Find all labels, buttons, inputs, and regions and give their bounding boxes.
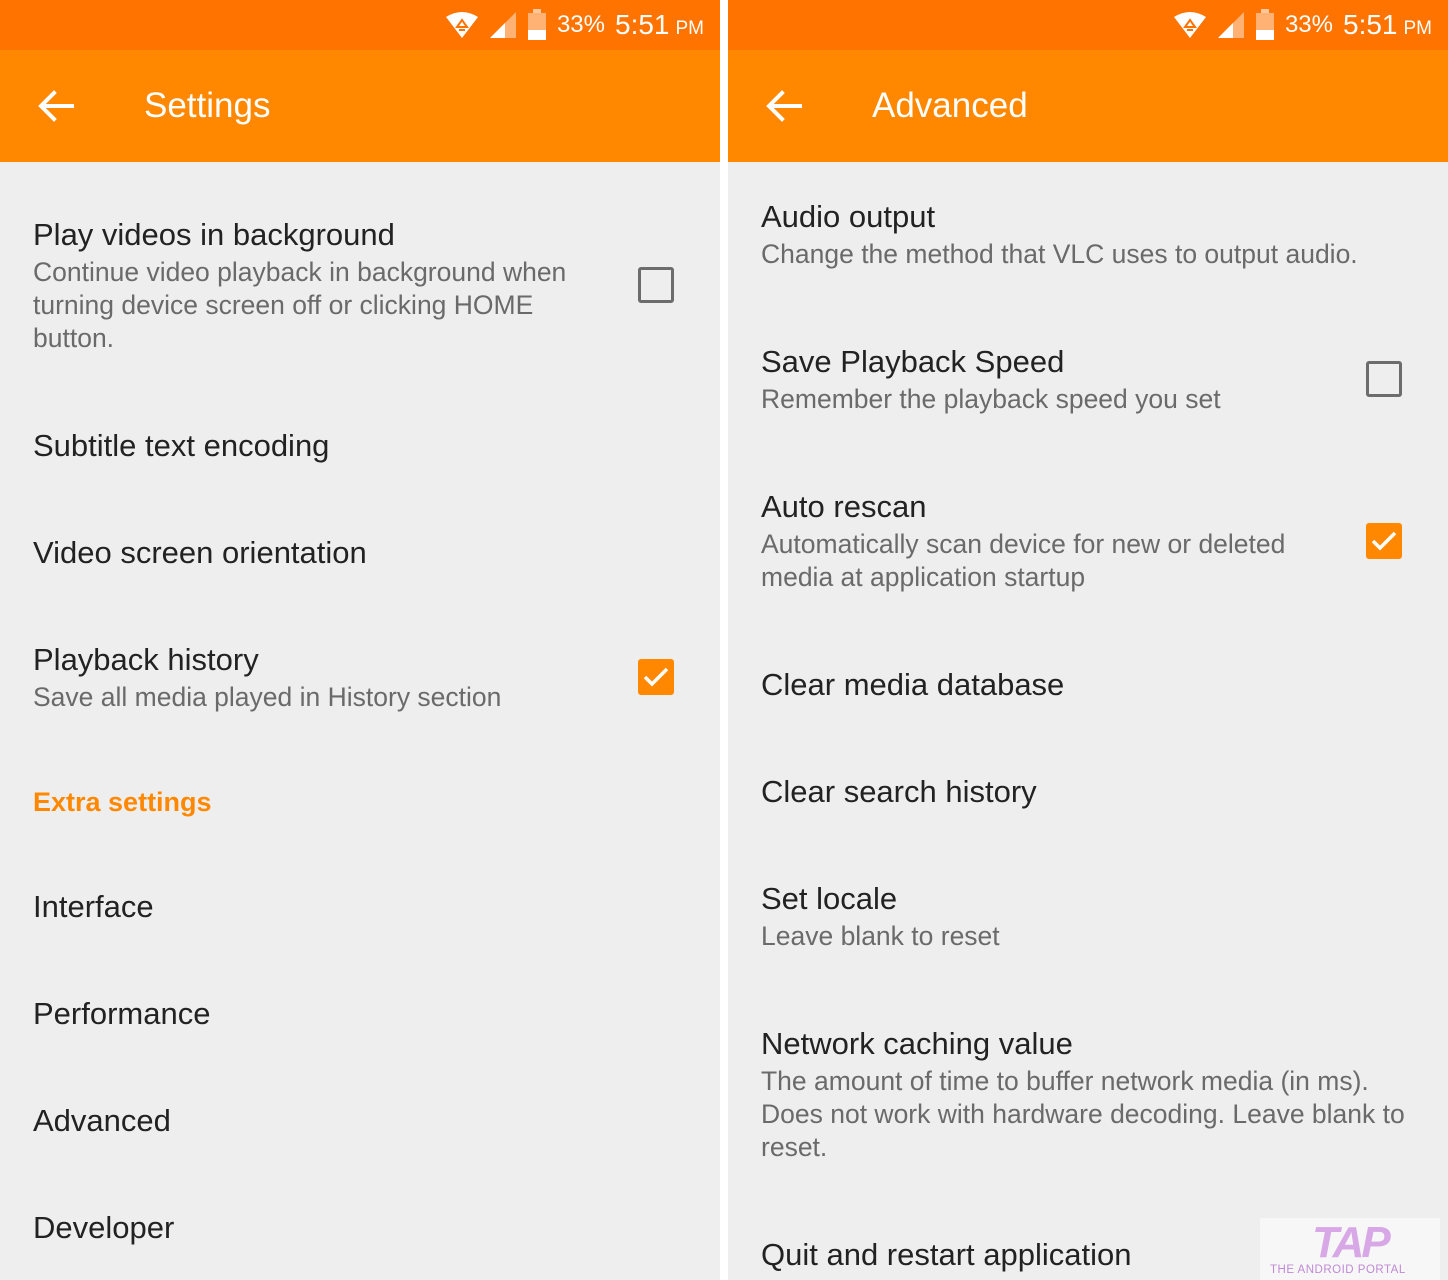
clock: 5:51 PM bbox=[1343, 9, 1432, 41]
wifi-icon bbox=[1173, 11, 1207, 39]
signal-icon bbox=[1217, 11, 1245, 39]
advanced-screen: 33% 5:51 PM Advanced Audio output Change … bbox=[728, 0, 1448, 1280]
pref-title: Network caching value bbox=[761, 1026, 1073, 1061]
page-title: Advanced bbox=[872, 86, 1028, 125]
pref-summary: Continue video playback in background wh… bbox=[33, 257, 567, 353]
category-extra-settings: Extra settings bbox=[33, 787, 212, 817]
pref-network-caching-value[interactable]: Network caching value The amount of time… bbox=[761, 1024, 1418, 1164]
pref-title: Advanced bbox=[33, 1103, 171, 1138]
status-bar: 33% 5:51 PM bbox=[728, 0, 1448, 50]
pref-title: Video screen orientation bbox=[33, 535, 367, 570]
status-icons: 33% 5:51 PM bbox=[1173, 0, 1432, 50]
status-bar: 33% 5:51 PM bbox=[0, 0, 720, 50]
back-arrow-icon[interactable] bbox=[764, 86, 804, 126]
pref-title: Play videos in background bbox=[33, 217, 395, 252]
status-icons: 33% 5:51 PM bbox=[445, 0, 704, 50]
playback-history-checkbox[interactable] bbox=[638, 659, 674, 695]
checkmark-icon bbox=[1371, 531, 1397, 551]
pref-set-locale[interactable]: Set locale Leave blank to reset bbox=[761, 879, 1415, 953]
pref-developer[interactable]: Developer bbox=[33, 1208, 687, 1248]
pref-summary: Save all media played in History section bbox=[33, 682, 502, 712]
toolbar: Advanced bbox=[728, 50, 1448, 162]
watermark: TAP THE ANDROID PORTAL bbox=[1260, 1218, 1440, 1280]
signal-icon bbox=[489, 11, 517, 39]
pref-summary: Leave blank to reset bbox=[761, 921, 1000, 951]
screen-divider bbox=[720, 0, 728, 1280]
pref-summary: Change the method that VLC uses to outpu… bbox=[761, 239, 1358, 269]
back-arrow-icon[interactable] bbox=[36, 86, 76, 126]
pref-summary: Automatically scan device for new or del… bbox=[761, 529, 1286, 592]
wifi-icon bbox=[445, 11, 479, 39]
pref-title: Developer bbox=[33, 1210, 175, 1245]
pref-subtitle-text-encoding[interactable]: Subtitle text encoding bbox=[33, 426, 687, 466]
pref-interface[interactable]: Interface bbox=[33, 887, 687, 927]
pref-title: Playback history bbox=[33, 642, 259, 677]
battery-icon bbox=[1255, 9, 1275, 41]
pref-summary: The amount of time to buffer network med… bbox=[761, 1066, 1405, 1162]
clock-time: 5:51 bbox=[1343, 9, 1398, 40]
clock-meridiem: PM bbox=[1403, 18, 1433, 39]
pref-title: Interface bbox=[33, 889, 154, 924]
pref-clear-media-database[interactable]: Clear media database bbox=[761, 665, 1415, 705]
pref-title: Subtitle text encoding bbox=[33, 428, 330, 463]
pref-playback-history[interactable]: Playback history Save all media played i… bbox=[33, 640, 600, 714]
pref-auto-rescan[interactable]: Auto rescan Automatically scan device fo… bbox=[761, 487, 1328, 594]
pref-title: Audio output bbox=[761, 199, 936, 234]
pref-play-videos-in-background[interactable]: Play videos in background Continue video… bbox=[33, 215, 600, 355]
pref-performance[interactable]: Performance bbox=[33, 994, 687, 1034]
settings-screen: 33% 5:51 PM Settings Play videos in backg… bbox=[0, 0, 720, 1280]
watermark-text: THE ANDROID PORTAL bbox=[1270, 1264, 1406, 1276]
pref-title: Auto rescan bbox=[761, 489, 927, 524]
pref-video-screen-orientation[interactable]: Video screen orientation bbox=[33, 533, 687, 573]
pref-clear-search-history[interactable]: Clear search history bbox=[761, 772, 1415, 812]
pref-summary: Remember the playback speed you set bbox=[761, 384, 1221, 414]
pref-title: Clear media database bbox=[761, 667, 1065, 702]
battery-percent: 33% bbox=[556, 11, 605, 38]
pref-title: Set locale bbox=[761, 881, 898, 916]
toolbar: Settings bbox=[0, 50, 720, 162]
battery-percent: 33% bbox=[1284, 11, 1333, 38]
auto-rescan-checkbox[interactable] bbox=[1366, 523, 1402, 559]
clock-meridiem: PM bbox=[675, 18, 705, 39]
pref-title: Save Playback Speed bbox=[761, 344, 1065, 379]
pref-advanced[interactable]: Advanced bbox=[33, 1101, 687, 1141]
pref-title: Performance bbox=[33, 996, 211, 1031]
pref-save-playback-speed[interactable]: Save Playback Speed Remember the playbac… bbox=[761, 342, 1328, 416]
play-videos-in-background-checkbox[interactable] bbox=[638, 267, 674, 303]
save-playback-speed-checkbox[interactable] bbox=[1366, 361, 1402, 397]
clock-time: 5:51 bbox=[615, 9, 670, 40]
pref-title: Clear search history bbox=[761, 774, 1037, 809]
battery-icon bbox=[527, 9, 547, 41]
clock: 5:51 PM bbox=[615, 9, 704, 41]
page-title: Settings bbox=[144, 86, 271, 125]
pref-audio-output[interactable]: Audio output Change the method that VLC … bbox=[761, 197, 1415, 271]
watermark-logo: TAP bbox=[1312, 1218, 1391, 1267]
checkmark-icon bbox=[643, 667, 669, 687]
